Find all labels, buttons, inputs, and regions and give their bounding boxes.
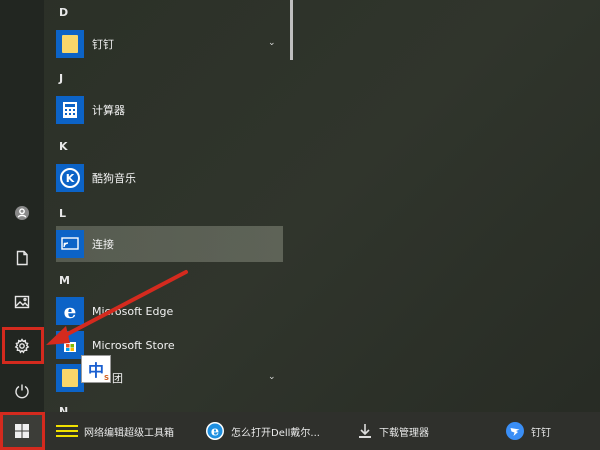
annotation-arrow [46, 270, 188, 345]
